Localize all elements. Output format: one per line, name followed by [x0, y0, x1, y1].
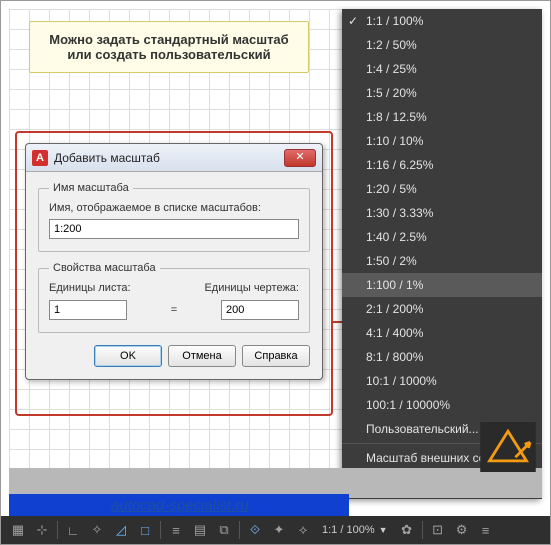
dialog-titlebar[interactable]: A Добавить масштаб ✕	[26, 144, 322, 172]
menu-item-label: 1:4 / 25%	[366, 62, 417, 76]
menu-item-label: 1:1 / 100%	[366, 14, 423, 28]
menu-item-label: 1:40 / 2.5%	[366, 230, 427, 244]
watermark-text: autocad-specialist.ru	[111, 497, 249, 514]
status-bar: ▦ ⊹ ∟ ✧ ◿ □ ≡ ▤ ⧉ ⟐ ✦ ⟡ 1:1 / 100%▼ ✿ ⊡ …	[1, 516, 550, 544]
scale-menu-item[interactable]: 4:1 / 400%	[342, 321, 542, 345]
menu-item-label: 1:30 / 3.33%	[366, 206, 433, 220]
autocad-icon: A	[32, 150, 48, 166]
scale-name-label: Имя, отображаемое в списке масштабов:	[49, 202, 299, 214]
chevron-down-icon: ▼	[379, 525, 388, 535]
osnap-icon[interactable]: □	[134, 519, 156, 541]
annoscale2-icon[interactable]: ⟡	[292, 519, 314, 541]
brand-logo	[480, 422, 536, 472]
scale-props-group: Свойства масштаба Единицы листа: Единицы…	[38, 262, 310, 333]
divider	[160, 521, 161, 539]
close-button[interactable]: ✕	[284, 149, 316, 167]
add-scale-dialog: A Добавить масштаб ✕ Имя масштаба Имя, о…	[25, 143, 323, 380]
cycling-icon[interactable]: ⧉	[213, 519, 235, 541]
dialog-title: Добавить масштаб	[54, 151, 284, 165]
paper-units-label: Единицы листа:	[49, 282, 131, 294]
scale-menu-item[interactable]: 1:20 / 5%	[342, 177, 542, 201]
isodraft-icon[interactable]: ◿	[110, 519, 132, 541]
menu-item-label: 1:100 / 1%	[366, 278, 423, 292]
transparency-icon[interactable]: ▤	[189, 519, 211, 541]
menu-item-label: 1:2 / 50%	[366, 38, 417, 52]
paper-units-input[interactable]	[49, 300, 127, 320]
scale-menu-item[interactable]: 1:10 / 10%	[342, 129, 542, 153]
cancel-button[interactable]: Отмена	[168, 345, 236, 367]
annotation-icon[interactable]: ⟐	[244, 519, 266, 541]
menu-item-label: 1:10 / 10%	[366, 134, 423, 148]
grid-icon[interactable]: ▦	[7, 519, 29, 541]
scale-menu-item[interactable]: 1:4 / 25%	[342, 57, 542, 81]
equals-sign: =	[168, 304, 180, 316]
menu-item-label: 2:1 / 200%	[366, 302, 423, 316]
menu-item-label: 8:1 / 800%	[366, 350, 423, 364]
menu-item-label: 4:1 / 400%	[366, 326, 423, 340]
menu-item-label: Пользовательский...	[366, 422, 479, 436]
menu-item-label: 10:1 / 1000%	[366, 374, 437, 388]
scale-menu-item[interactable]: 10:1 / 1000%	[342, 369, 542, 393]
scale-menu-item[interactable]: 2:1 / 200%	[342, 297, 542, 321]
divider	[422, 521, 423, 539]
ok-button[interactable]: OK	[94, 345, 162, 367]
scale-name-legend: Имя масштаба	[49, 182, 133, 194]
divider	[239, 521, 240, 539]
menu-item-label: 1:20 / 5%	[366, 182, 417, 196]
menu-item-label: 1:5 / 20%	[366, 86, 417, 100]
scale-menu-item[interactable]: 1:2 / 50%	[342, 33, 542, 57]
annoscale-icon[interactable]: ✦	[268, 519, 290, 541]
scale-menu-item[interactable]: 8:1 / 800%	[342, 345, 542, 369]
lineweight-icon[interactable]: ≡	[165, 519, 187, 541]
menu-item-label: 100:1 / 10000%	[366, 398, 450, 412]
divider	[57, 521, 58, 539]
drawing-units-label: Единицы чертежа:	[204, 282, 299, 294]
menu-item-label: 1:8 / 12.5%	[366, 110, 427, 124]
scale-menu-item[interactable]: 1:8 / 12.5%	[342, 105, 542, 129]
polar-icon[interactable]: ✧	[86, 519, 108, 541]
scale-menu-item[interactable]: 1:50 / 2%	[342, 249, 542, 273]
customize-icon[interactable]: ≡	[475, 519, 497, 541]
scale-props-legend: Свойства масштаба	[49, 262, 160, 274]
drawing-units-input[interactable]	[221, 300, 299, 320]
scale-display[interactable]: 1:1 / 100%▼	[316, 524, 394, 536]
scale-menu-item[interactable]: 1:40 / 2.5%	[342, 225, 542, 249]
gear-icon[interactable]: ✿	[396, 519, 418, 541]
scale-menu-item[interactable]: 1:5 / 20%	[342, 81, 542, 105]
dialog-body: Имя масштаба Имя, отображаемое в списке …	[26, 172, 322, 379]
ortho-icon[interactable]: ∟	[62, 519, 84, 541]
menu-item-label: 1:50 / 2%	[366, 254, 417, 268]
hardware-icon[interactable]: ⚙	[451, 519, 473, 541]
scale-menu-item[interactable]: 1:30 / 3.33%	[342, 201, 542, 225]
scale-name-input[interactable]	[49, 219, 299, 239]
callout-text: Можно задать стандартный масштаб или соз…	[49, 32, 288, 62]
scale-menu-item[interactable]: 1:1 / 100%	[342, 9, 542, 33]
annotation-callout: Можно задать стандартный масштаб или соз…	[29, 21, 309, 73]
scale-menu-item[interactable]: 1:100 / 1%	[342, 273, 542, 297]
help-button[interactable]: Справка	[242, 345, 310, 367]
scale-name-group: Имя масштаба Имя, отображаемое в списке …	[38, 182, 310, 252]
isolate-icon[interactable]: ⊡	[427, 519, 449, 541]
scale-menu-item[interactable]: 100:1 / 10000%	[342, 393, 542, 417]
snap-icon[interactable]: ⊹	[31, 519, 53, 541]
scale-menu-item[interactable]: 1:16 / 6.25%	[342, 153, 542, 177]
menu-item-label: 1:16 / 6.25%	[366, 158, 433, 172]
